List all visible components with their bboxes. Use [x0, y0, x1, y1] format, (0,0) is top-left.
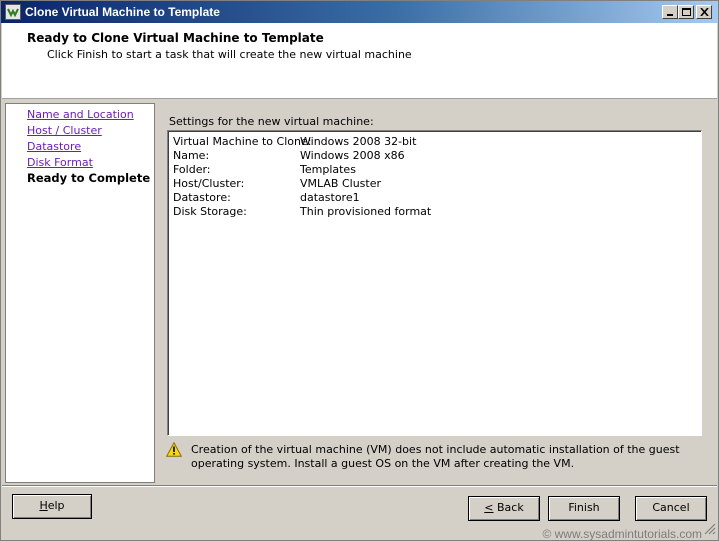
nav-step-name-and-location[interactable]: Name and Location — [27, 108, 134, 121]
help-button[interactable]: Help — [12, 494, 92, 519]
title-bar[interactable]: Clone Virtual Machine to Template — [1, 1, 718, 23]
vsphere-app-icon — [5, 4, 21, 20]
window-title: Clone Virtual Machine to Template — [25, 5, 220, 19]
settings-value: Windows 2008 32-bit — [300, 135, 417, 148]
settings-summary-list[interactable]: Virtual Machine to Clone: Windows 2008 3… — [167, 130, 702, 436]
nav-step-datastore[interactable]: Datastore — [27, 140, 81, 153]
close-button[interactable] — [696, 5, 712, 19]
warning-message: Creation of the virtual machine (VM) doe… — [191, 443, 680, 470]
nav-step-disk-format[interactable]: Disk Format — [27, 156, 93, 169]
wizard-window: Clone Virtual Machine to Template Ready … — [0, 0, 719, 541]
finish-button[interactable]: Finish — [548, 496, 620, 521]
settings-value: Thin provisioned format — [300, 205, 432, 218]
maximize-button[interactable] — [678, 5, 694, 19]
page-subtitle: Click Finish to start a task that will c… — [47, 48, 412, 61]
resize-grip-icon[interactable] — [704, 523, 716, 538]
back-mnemonic: < — [484, 501, 494, 514]
wizard-header: Ready to Clone Virtual Machine to Templa… — [2, 23, 717, 99]
settings-value: VMLAB Cluster — [300, 177, 382, 190]
back-label: Back — [493, 501, 524, 514]
nav-step-host-cluster[interactable]: Host / Cluster — [27, 124, 102, 137]
settings-value: Windows 2008 x86 — [300, 149, 405, 162]
help-mnemonic: H — [39, 499, 48, 512]
settings-key: Folder: — [173, 163, 211, 176]
cancel-button[interactable]: Cancel — [635, 496, 707, 521]
page-title: Ready to Clone Virtual Machine to Templa… — [27, 31, 324, 45]
footer-divider — [2, 485, 717, 487]
settings-key: Name: — [173, 149, 210, 162]
settings-key: Datastore: — [173, 191, 231, 204]
settings-value: datastore1 — [300, 191, 360, 204]
settings-label: Settings for the new virtual machine: — [169, 115, 374, 128]
back-button[interactable]: < Back — [468, 496, 540, 521]
help-label: elp — [47, 499, 65, 512]
minimize-button[interactable] — [662, 5, 678, 19]
settings-key: Virtual Machine to Clone: — [173, 135, 312, 148]
settings-key: Host/Cluster: — [173, 177, 245, 190]
wizard-steps-nav: Name and Location Host / Cluster Datasto… — [5, 103, 155, 483]
warning-icon — [165, 441, 183, 460]
nav-step-ready-to-complete: Ready to Complete — [27, 171, 151, 185]
watermark: © www.sysadmintutorials.com — [542, 527, 702, 541]
settings-key: Disk Storage: — [173, 205, 247, 218]
settings-value: Templates — [300, 163, 356, 176]
